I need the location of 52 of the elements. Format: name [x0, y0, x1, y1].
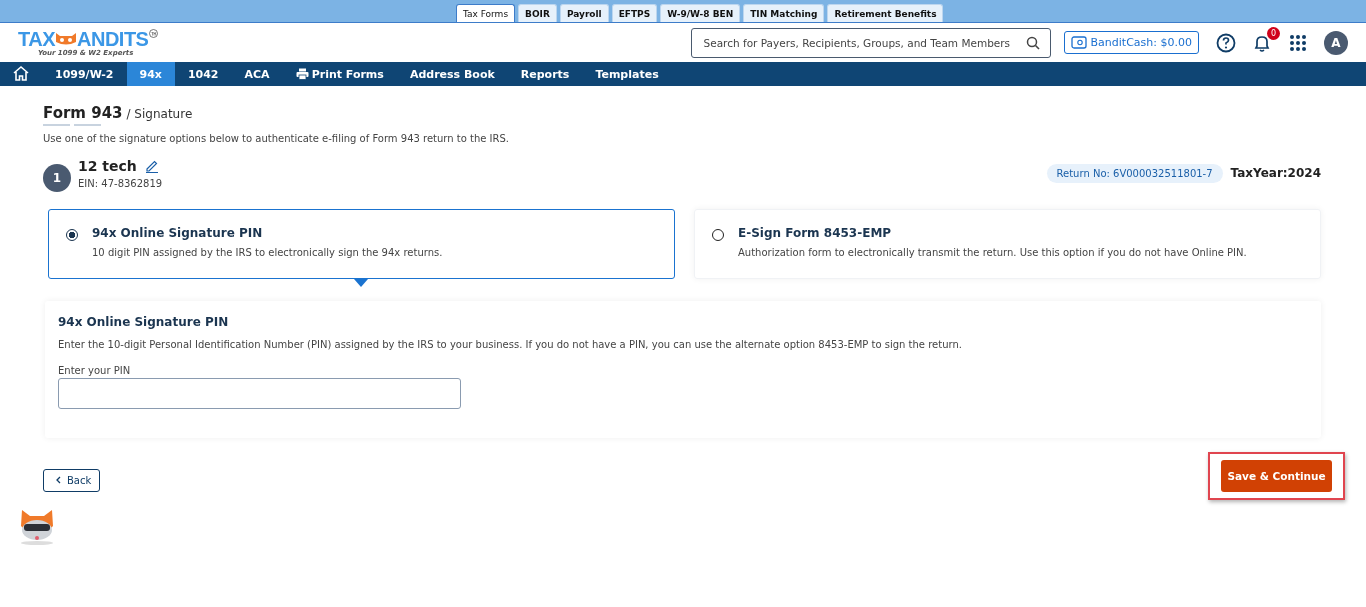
product-tab[interactable]: EFTPS	[611, 4, 658, 22]
search-field[interactable]: Search for Payers, Recipients, Groups, and Team Members	[690, 27, 1051, 58]
chevron-left-icon	[55, 476, 61, 484]
nav-tab[interactable]: Print Forms	[282, 62, 397, 86]
help-icon[interactable]	[1216, 32, 1236, 53]
field-label: Enter your PIN	[58, 365, 132, 376]
cash-icon	[1070, 36, 1087, 49]
panel-title: 94x Online Signature PIN	[58, 315, 230, 329]
nav-tab[interactable]: 1099/W-2	[42, 62, 127, 86]
trademark-icon	[149, 28, 159, 38]
product-tab[interactable]: Retirement Benefits	[827, 4, 944, 22]
nav-tab[interactable]: Templates	[582, 62, 672, 86]
product-tab[interactable]: W-9/W-8 BEN	[660, 4, 741, 22]
tax-year: TaxYear:2024	[1230, 166, 1321, 180]
printer-icon	[295, 68, 309, 80]
step-number: 1	[43, 164, 71, 192]
nav-tab[interactable]: ACA	[231, 62, 283, 86]
back-button[interactable]: Back	[43, 468, 101, 492]
logo-text: ANDITS	[77, 28, 149, 49]
logo-text: TAX	[18, 28, 55, 49]
option-title: 94x Online Signature PIN	[92, 226, 264, 240]
product-tab[interactable]: Tax Forms	[456, 4, 516, 22]
save-continue-button[interactable]: Save & Continue	[1221, 460, 1332, 492]
notification-badge: 0	[1267, 26, 1280, 40]
business-name: 12 tech	[78, 157, 137, 174]
ein-text: EIN: 47-8362819	[78, 177, 163, 189]
product-tab[interactable]: Payroll	[559, 4, 609, 22]
product-tab[interactable]: BOIR	[518, 4, 557, 22]
mask-icon	[55, 31, 77, 46]
search-icon[interactable]	[1025, 35, 1040, 50]
option-description: Authorization form to electronically transmit the return. Use this option if you do not have Online PIN.	[738, 247, 1247, 258]
page-subtitle: / Signature	[126, 107, 193, 121]
edit-icon[interactable]	[144, 158, 159, 173]
page-title: Form 943	[43, 104, 123, 122]
product-tab[interactable]: TIN Matching	[743, 4, 825, 22]
page-intro: Use one of the signature options below to authenticate e-filing of Form 943 return to the IRS.	[43, 133, 511, 144]
option-description: 10 digit PIN assigned by the IRS to electronically sign the 94x returns.	[92, 247, 443, 258]
panel-description: Enter the 10-digit Personal Identification Number (PIN) assigned by the IRS to your business. If you do not have a PIN, you can use the alternate option 8453-EMP to sign the return.	[58, 339, 963, 350]
nav-tab[interactable]: Reports	[507, 62, 583, 86]
return-number-badge: Return No: 6V000032511801-7	[1046, 163, 1223, 183]
radio-button[interactable]	[66, 229, 78, 241]
nav-tab[interactable]: Address Book	[396, 62, 508, 86]
nav-tab[interactable]: 94x	[126, 62, 175, 86]
pin-input-field[interactable]	[58, 378, 461, 409]
option-title: E-Sign Form 8453-EMP	[738, 226, 893, 240]
apps-grid-icon[interactable]	[1289, 33, 1307, 52]
bandit-cash-button[interactable]: BanditCash: $0.00	[1063, 31, 1199, 54]
user-avatar[interactable]: A	[1324, 30, 1348, 55]
nav-tab[interactable]: 1042	[174, 62, 232, 86]
pointer-icon	[354, 279, 368, 287]
signature-option-card[interactable]: E-Sign Form 8453-EMP Authorization form to electronically transmit the return. Use this option if you do not have Online PIN.	[694, 209, 1321, 279]
home-icon[interactable]	[12, 65, 30, 82]
